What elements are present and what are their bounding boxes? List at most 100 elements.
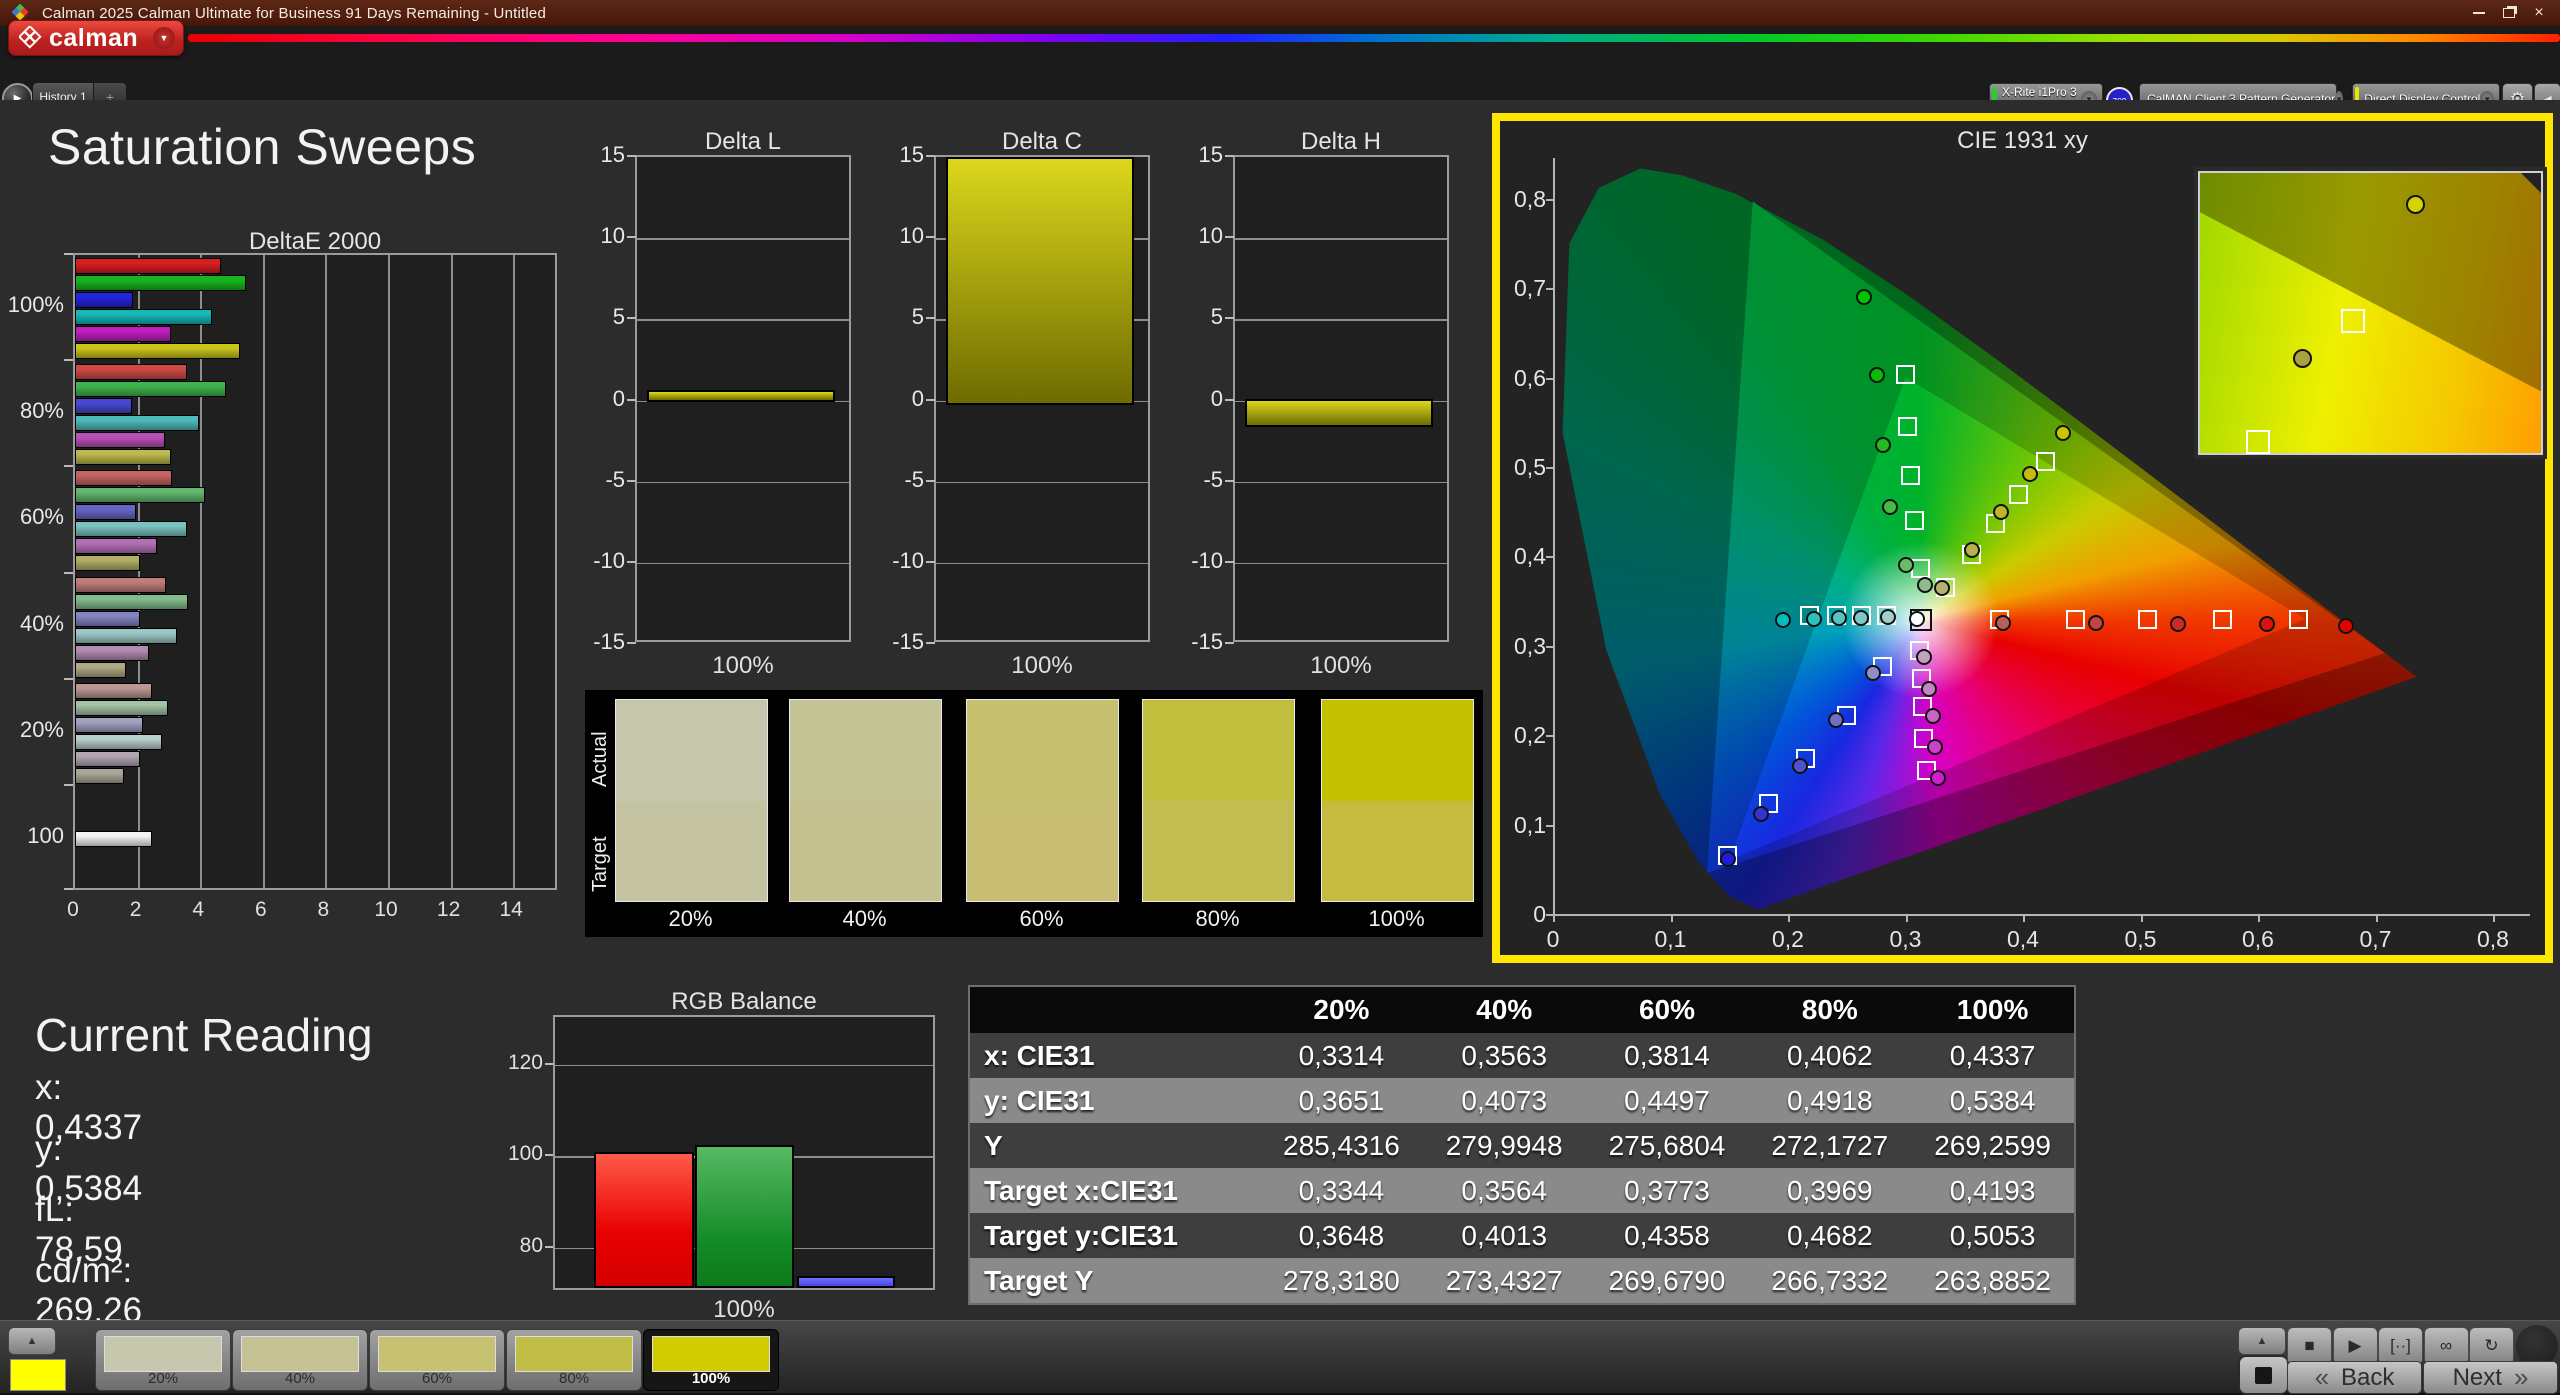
gridline (637, 238, 849, 240)
y-tick (1225, 155, 1234, 157)
minimize-button[interactable] (2464, 4, 2494, 22)
table-cell: 0,4193 (1911, 1168, 2074, 1213)
swatch-80% (1142, 699, 1295, 902)
delta-chart-delta-l (635, 155, 851, 642)
y-tick (926, 399, 935, 401)
table-row-label: Target x:CIE31 (970, 1168, 1260, 1213)
swatch-40% (789, 699, 942, 902)
cie-y-tick (1546, 199, 1554, 201)
table-cell: 272,1727 (1748, 1123, 1911, 1168)
continuous-button[interactable]: ∞ (2424, 1327, 2469, 1365)
current-color-chip[interactable] (10, 1359, 66, 1391)
gridline (1235, 563, 1447, 565)
pattern-bar: ▲ 20%40%60%80%100% ▲ ■▶[··]∞↻ « Back Nex… (0, 1320, 2560, 1393)
pattern-label: 20% (96, 1370, 230, 1387)
measured-point-marker (1934, 580, 1950, 596)
deltae-bar-20%-0 (75, 683, 152, 699)
swatch-row-label-target: Target (589, 832, 613, 892)
table-row-label: Target y:CIE31 (970, 1213, 1260, 1258)
y-tick-label: -15 (579, 629, 625, 655)
target-marker (1905, 511, 1924, 530)
swatch-target (1143, 801, 1294, 902)
calman-menu-button[interactable]: calman ▼ (8, 20, 184, 56)
deltae-group-label: 100% (0, 292, 64, 318)
gridline (637, 563, 849, 565)
y-tick (1225, 236, 1234, 238)
pattern-button-40%[interactable]: 40% (232, 1329, 368, 1391)
y-tick (64, 784, 73, 786)
measured-point-marker (2055, 425, 2071, 441)
pattern-label: 100% (644, 1370, 778, 1387)
pattern-button-20%[interactable]: 20% (95, 1329, 231, 1391)
measured-point-marker (1865, 665, 1881, 681)
cie-x-tick-label: 0,2 (1766, 926, 1810, 953)
play-button[interactable]: ▶ (2333, 1327, 2378, 1365)
deltae-bar-40%-4 (75, 645, 149, 661)
y-tick (64, 253, 73, 255)
table-corner-cell (970, 987, 1260, 1033)
measured-point-marker (1806, 611, 1822, 627)
measured-point-marker (1720, 851, 1736, 867)
target-marker (1898, 417, 1917, 436)
next-button[interactable]: Next » (2423, 1361, 2558, 1394)
y-tick-label: 10 (579, 223, 625, 249)
table-cell: 0,3314 (1260, 1033, 1423, 1078)
back-button[interactable]: « Back (2287, 1361, 2422, 1394)
refresh-button[interactable]: ↻ (2469, 1327, 2514, 1365)
rgb-balance-chart (553, 1015, 935, 1290)
deltae-group-label: 100 (0, 823, 64, 849)
scroll-up-button-right[interactable]: ▲ (2238, 1327, 2286, 1355)
cie-x-tick (1671, 914, 1673, 922)
y-tick (627, 642, 636, 644)
page-title: Saturation Sweeps (48, 118, 476, 176)
window-pattern-button[interactable]: [··] (2378, 1327, 2423, 1365)
measured-point-marker (1925, 708, 1941, 724)
pattern-button-80%[interactable]: 80% (506, 1329, 642, 1391)
cie-y-tick (1546, 467, 1554, 469)
deltae-bar-80%-0 (75, 364, 187, 380)
chevron-down-icon[interactable]: ▼ (153, 27, 175, 49)
restore-button[interactable] (2494, 4, 2524, 22)
cie-1931-panel[interactable]: CIE 1931 xy 00,10,20,30,40,50,60,70,800,… (1492, 113, 2553, 963)
measured-point-marker (1753, 806, 1769, 822)
scroll-up-button[interactable]: ▲ (8, 1327, 56, 1355)
y-tick (926, 561, 935, 563)
cie-y-tick-label: 0,1 (1502, 812, 1546, 839)
cie-x-tick (2376, 914, 2378, 922)
pattern-label: 60% (370, 1370, 504, 1387)
stop-button[interactable]: ■ (2287, 1327, 2332, 1365)
y-tick (64, 465, 73, 467)
gridline (325, 255, 327, 888)
delta-chart-title: Delta H (1203, 128, 1479, 156)
table-cell: 0,3648 (1260, 1213, 1423, 1258)
y-tick (627, 236, 636, 238)
table-cell: 269,6790 (1586, 1258, 1749, 1303)
table-cell: 263,8852 (1911, 1258, 2074, 1303)
y-tick-label: 15 (579, 142, 625, 168)
pattern-button-100%[interactable]: 100% (643, 1329, 779, 1391)
table-row: Target Y278,3180273,4327269,6790266,7332… (970, 1258, 2074, 1303)
table-row-label: Target Y (970, 1258, 1260, 1303)
pattern-button-60%[interactable]: 60% (369, 1329, 505, 1391)
cie-y-tick (1546, 378, 1554, 380)
delta-bar (1245, 399, 1433, 427)
swatch-label: 80% (1142, 906, 1293, 932)
deltae-group-label: 40% (0, 611, 64, 637)
gridline (263, 255, 265, 888)
measured-point-marker (1898, 557, 1914, 573)
y-tick-label: 15 (1177, 142, 1223, 168)
table-row-label: Y (970, 1123, 1260, 1168)
deltae-bar-100%-0 (75, 258, 221, 274)
close-button[interactable]: × (2524, 4, 2554, 22)
table-row: x: CIE310,33140,35630,38140,40620,4337 (970, 1033, 2074, 1078)
swatch-actual (616, 700, 767, 801)
target-marker (2036, 452, 2055, 471)
deltae-bar-40%-1 (75, 594, 188, 610)
deltae-group-label: 60% (0, 504, 64, 530)
deltae-bar-60%-2 (75, 504, 136, 520)
cie-x-tick (2493, 914, 2495, 922)
reading-line: cd/m²: 269,26 (35, 1251, 142, 1331)
x-tick-label: 2 (121, 898, 151, 922)
pattern-stop-button[interactable] (2238, 1355, 2289, 1395)
cie-y-tick (1546, 556, 1554, 558)
